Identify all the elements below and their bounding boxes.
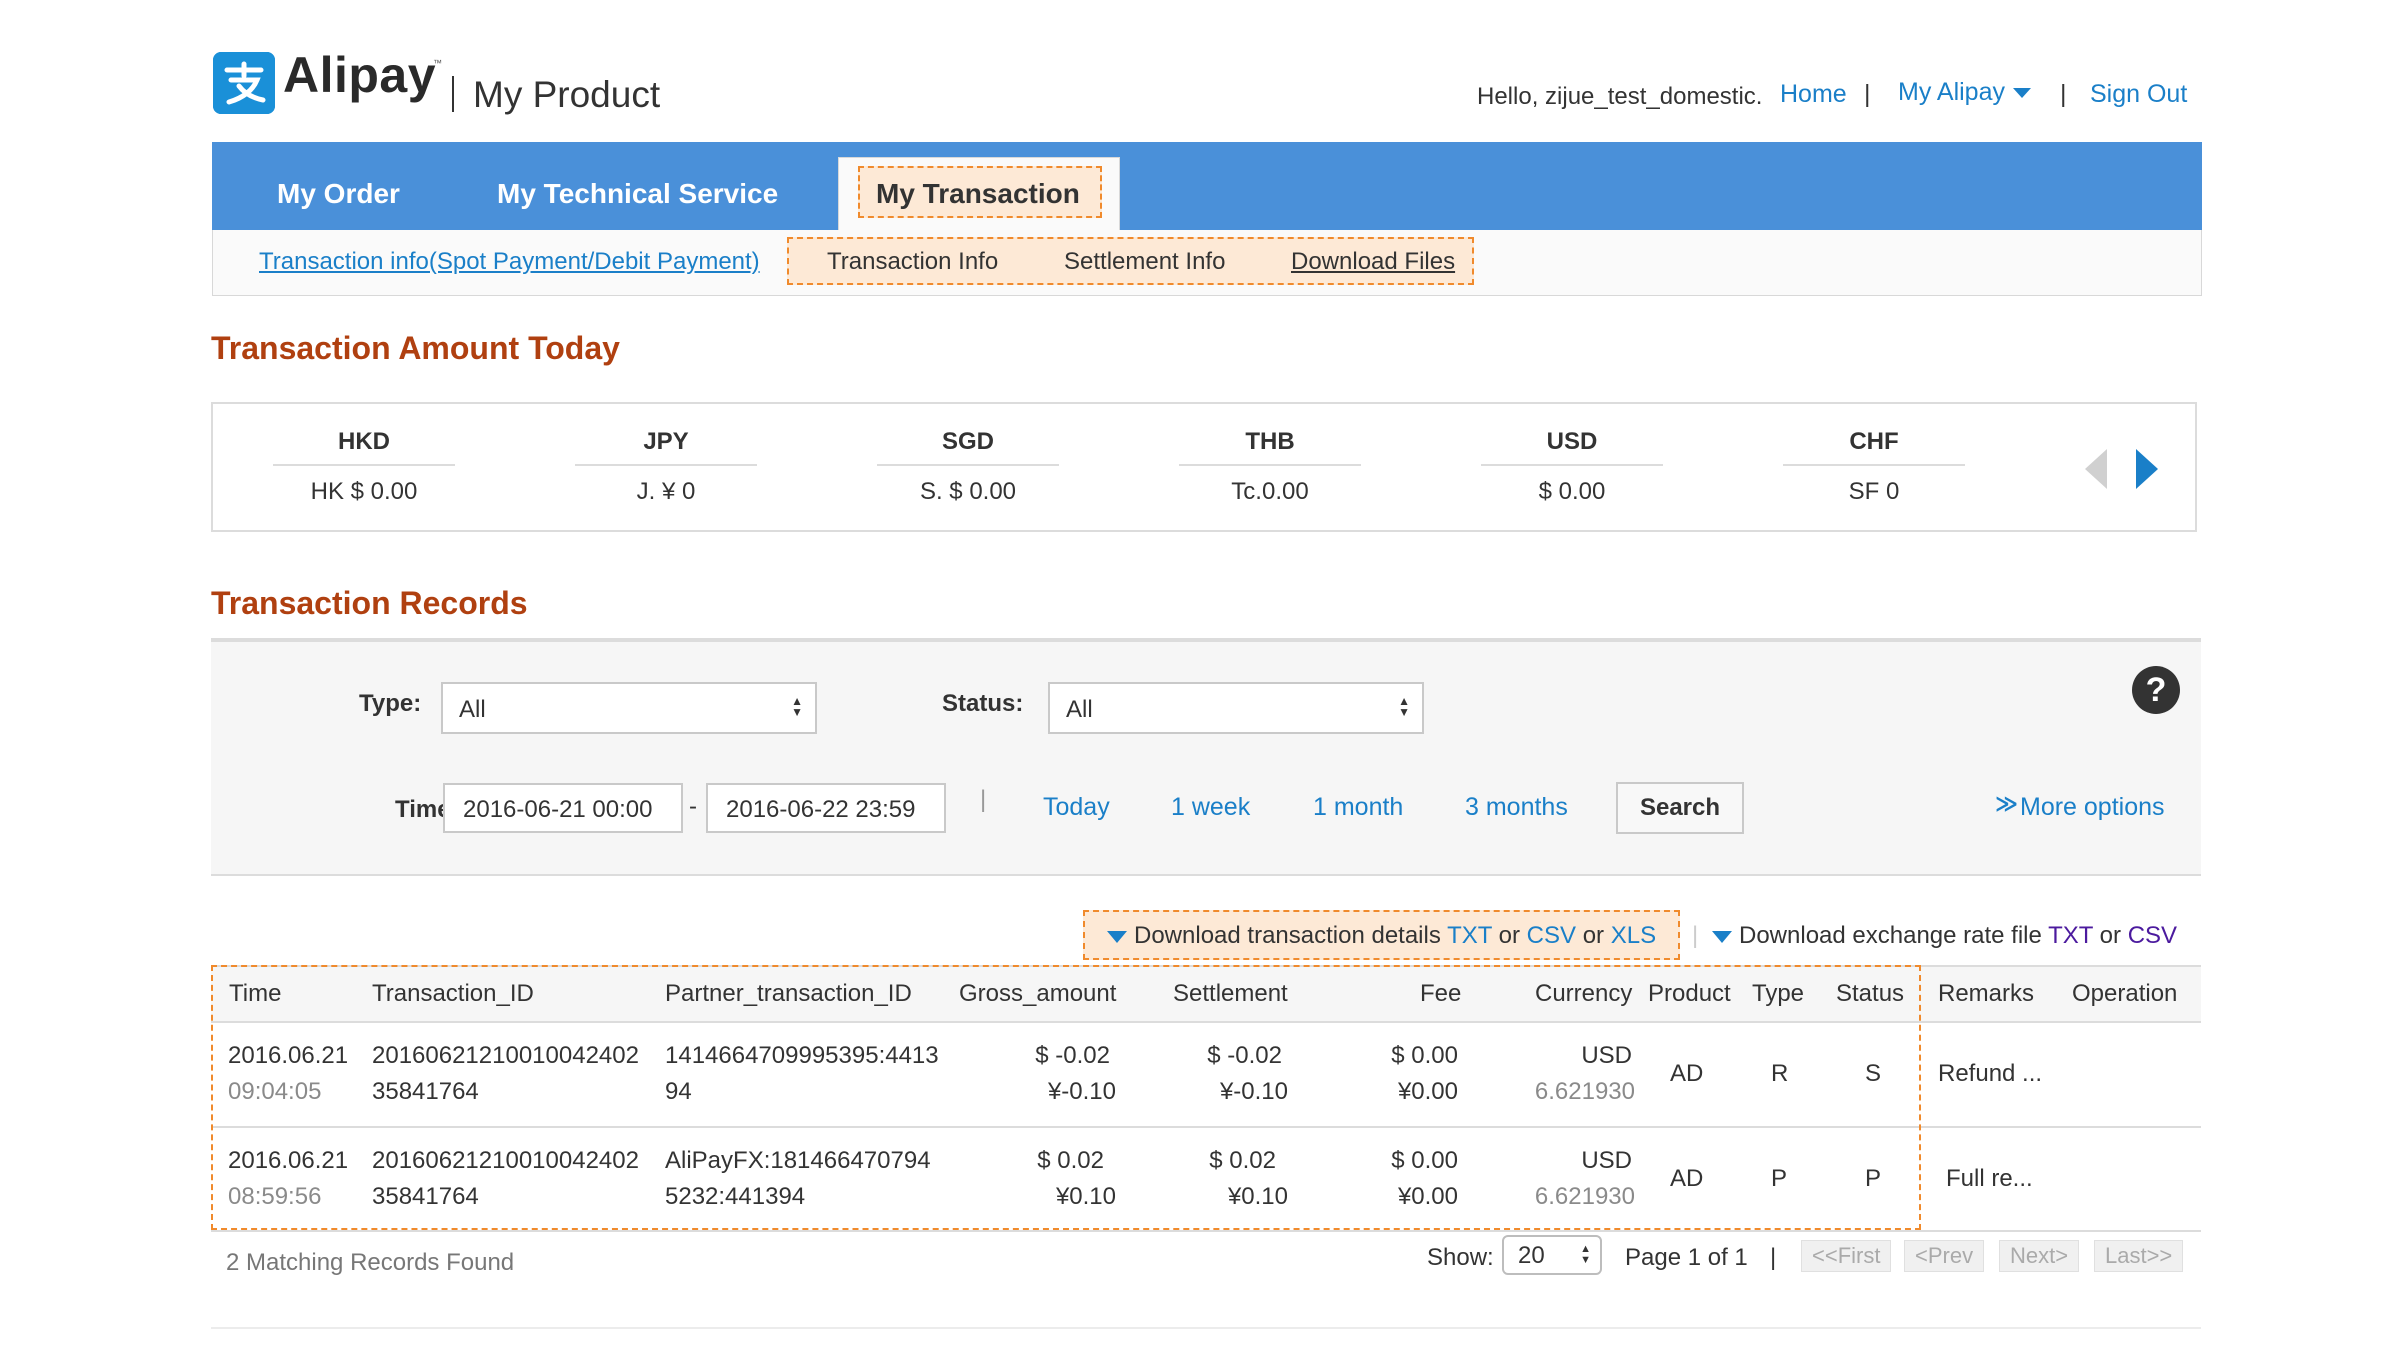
- user-greeting: Hello, zijue_test_domestic.: [1477, 83, 1763, 110]
- status-select-value: All: [1066, 696, 1093, 723]
- currency-panel: [211, 402, 2197, 532]
- currency-code: USD: [1546, 428, 1598, 455]
- select-arrows-icon: ▲ ▼: [1580, 1243, 1591, 1266]
- download-arrow-icon: [1712, 931, 1732, 943]
- pager-first-button[interactable]: <<First: [1801, 1240, 1892, 1272]
- currency-amount: $ 0.00: [1538, 478, 1606, 505]
- page-info: Page 1 of 1: [1625, 1244, 1748, 1271]
- currency-code: JPY: [643, 428, 689, 455]
- tab-my-technical-service[interactable]: My Technical Service: [497, 178, 778, 210]
- amount-today-title: Transaction Amount Today: [211, 330, 620, 366]
- quick-today[interactable]: Today: [1043, 793, 1110, 822]
- download-rate-label: Download exchange rate file: [1739, 922, 2042, 949]
- status-select[interactable]: All ▲ ▼: [1048, 682, 1424, 734]
- download-rate-txt[interactable]: TXT: [2048, 922, 2093, 949]
- time-to-input[interactable]: 2016-06-22 23:59: [706, 783, 946, 833]
- page-size-value: 20: [1518, 1242, 1545, 1269]
- logo-divider: [452, 76, 454, 112]
- quick-separator: |: [980, 786, 987, 813]
- type-select-value: All: [459, 696, 486, 723]
- column-header-operation: Operation: [2072, 980, 2178, 1007]
- carousel-next-arrow-icon[interactable]: [2136, 449, 2158, 489]
- currency-divider: [1481, 464, 1663, 466]
- show-label: Show:: [1427, 1244, 1494, 1271]
- quick-1-week[interactable]: 1 week: [1171, 793, 1250, 822]
- download-rate-row: Download exchange rate file TXT or CSV: [1739, 922, 2177, 950]
- currency-amount: J. ¥ 0: [636, 478, 696, 505]
- records-found-count: 2 Matching Records Found: [226, 1249, 515, 1276]
- product-title: My Product: [473, 74, 661, 115]
- filter-panel: [211, 638, 2201, 876]
- currency-code: SGD: [941, 428, 994, 455]
- status-label: Status:: [942, 690, 1024, 717]
- select-arrows-icon: ▲ ▼: [791, 694, 803, 719]
- pager-prev-button[interactable]: <Prev: [1904, 1240, 1985, 1272]
- home-link[interactable]: Home: [1780, 80, 1847, 109]
- subtab-transaction-info[interactable]: Transaction Info: [827, 248, 998, 276]
- currency-code: HKD: [338, 428, 390, 455]
- search-button[interactable]: Search: [1616, 782, 1744, 834]
- chevron-down-icon[interactable]: [2013, 88, 2031, 98]
- currency-divider: [877, 464, 1059, 466]
- currency-code: CHF: [1849, 428, 1899, 455]
- more-options-link[interactable]: More options: [2020, 793, 2165, 822]
- row-divider: [211, 1230, 2201, 1232]
- download-details-row: Download transaction details TXT or CSV …: [1134, 922, 1656, 950]
- download-details-txt[interactable]: TXT: [1447, 922, 1492, 949]
- currency-amount: SF 0: [1848, 478, 1900, 505]
- alipay-logo-icon: [213, 52, 275, 114]
- row-remarks: Refund ...: [1938, 1060, 2043, 1087]
- nav-separator: |: [2060, 80, 2067, 108]
- table-highlight: [211, 965, 1921, 1230]
- type-select[interactable]: All ▲ ▼: [441, 682, 817, 734]
- page-size-select[interactable]: 20 ▲ ▼: [1502, 1235, 1602, 1275]
- currency-amount: Tc.0.00: [1231, 478, 1309, 505]
- logo-trademark: ™: [433, 58, 442, 68]
- type-label: Type:: [359, 690, 422, 717]
- currency-divider: [1179, 464, 1361, 466]
- time-from-input[interactable]: 2016-06-21 00:00: [443, 783, 683, 833]
- download-or: or: [2099, 922, 2122, 949]
- bottom-divider: [211, 1327, 2201, 1329]
- currency-amount: HK $ 0.00: [310, 478, 418, 505]
- download-rate-csv[interactable]: CSV: [2128, 922, 2177, 949]
- currency-divider: [1783, 464, 1965, 466]
- pager-separator: |: [1770, 1244, 1777, 1271]
- subtab-settlement-info[interactable]: Settlement Info: [1064, 248, 1225, 276]
- download-details-csv[interactable]: CSV: [1527, 922, 1576, 949]
- carousel-prev-arrow-icon[interactable]: [2085, 449, 2107, 489]
- download-details-xls[interactable]: XLS: [1611, 922, 1656, 949]
- time-range-dash: -: [689, 793, 697, 820]
- currency-divider: [273, 464, 455, 466]
- help-icon[interactable]: ?: [2132, 666, 2180, 714]
- download-or: or: [1498, 922, 1520, 949]
- subtab-download-files[interactable]: Download Files: [1291, 248, 1455, 276]
- download-or: or: [1582, 922, 1605, 949]
- sign-out-link[interactable]: Sign Out: [2090, 80, 2187, 109]
- subtab-spot-payment-link[interactable]: Transaction info(Spot Payment/Debit Paym…: [259, 248, 760, 276]
- my-alipay-menu[interactable]: My Alipay: [1898, 78, 2005, 107]
- currency-amount: S. $ 0.00: [919, 478, 1017, 505]
- nav-separator: |: [1864, 80, 1871, 108]
- tab-my-transaction[interactable]: My Transaction: [876, 178, 1080, 210]
- records-title: Transaction Records: [211, 585, 528, 621]
- column-header-remarks: Remarks: [1938, 980, 2035, 1007]
- select-arrows-icon: ▲ ▼: [1398, 694, 1410, 719]
- row-remarks: Full re...: [1946, 1165, 2033, 1192]
- download-separator: |: [1692, 922, 1699, 949]
- quick-1-month[interactable]: 1 month: [1313, 793, 1403, 822]
- download-arrow-icon: [1107, 931, 1127, 943]
- download-details-label: Download transaction details: [1134, 922, 1441, 949]
- pager-last-button[interactable]: Last>>: [2094, 1240, 2184, 1272]
- currency-code: THB: [1245, 428, 1295, 455]
- pager-next-button[interactable]: Next>: [1999, 1240, 2080, 1272]
- alipay-logo-text: Alipay: [283, 47, 437, 103]
- quick-3-months[interactable]: 3 months: [1465, 793, 1568, 822]
- double-chevron-down-icon[interactable]: ≫: [1995, 791, 2018, 817]
- tab-my-order[interactable]: My Order: [277, 178, 400, 210]
- currency-divider: [575, 464, 757, 466]
